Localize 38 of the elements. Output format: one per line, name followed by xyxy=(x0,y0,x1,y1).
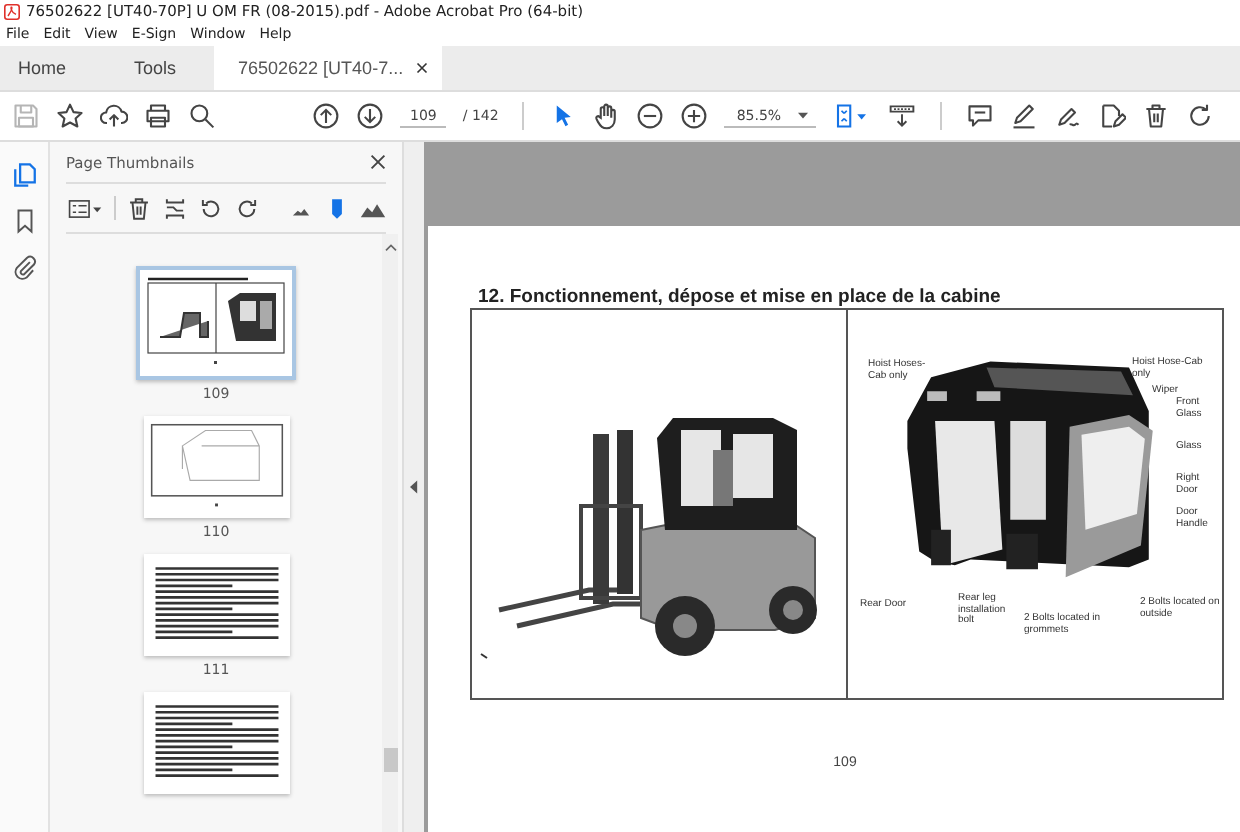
signature-icon[interactable] xyxy=(1053,102,1082,130)
close-icon[interactable] xyxy=(370,154,386,170)
extract-pages-icon[interactable] xyxy=(162,195,188,221)
search-icon[interactable] xyxy=(188,102,216,130)
scrolling-mode-icon[interactable] xyxy=(887,102,916,130)
rotate-clockwise-icon[interactable] xyxy=(234,195,260,221)
trash-icon[interactable] xyxy=(126,195,152,221)
stamp-edit-icon[interactable] xyxy=(1097,102,1126,130)
close-icon[interactable] xyxy=(415,62,428,74)
zoom-out-icon[interactable] xyxy=(636,102,665,130)
tab[interactable]: Tools xyxy=(116,46,195,90)
zoom-in-icon[interactable] xyxy=(680,102,709,130)
print-icon[interactable] xyxy=(144,102,172,130)
hand-icon[interactable] xyxy=(592,102,621,130)
tab[interactable]: 76502622 [UT40-7... xyxy=(214,46,442,90)
pages-icon[interactable] xyxy=(11,162,37,188)
options-menu-icon[interactable] xyxy=(66,195,104,221)
rotate-counterclockwise-icon[interactable] xyxy=(198,195,224,221)
next-page-icon[interactable] xyxy=(356,102,384,130)
scroll-up-icon[interactable] xyxy=(383,242,397,252)
fit-page-icon[interactable] xyxy=(831,102,872,130)
paperclip-icon[interactable] xyxy=(11,254,37,280)
comment-icon[interactable] xyxy=(965,102,994,130)
tab[interactable]: Home xyxy=(0,46,116,90)
collapse-panel-icon[interactable] xyxy=(410,480,418,494)
trash-icon[interactable] xyxy=(1141,102,1170,130)
cloud-upload-icon[interactable] xyxy=(100,102,128,130)
rotate-icon[interactable] xyxy=(1185,102,1214,130)
section-heading: 12. Fonctionnement, dépose et mise en place de la cabine xyxy=(478,286,1003,308)
page-thumbnail[interactable] xyxy=(136,266,296,380)
page-thumbnail[interactable] xyxy=(143,692,289,794)
previous-page-icon[interactable] xyxy=(312,102,340,130)
caret-icon xyxy=(797,111,808,119)
star-icon[interactable] xyxy=(56,102,84,130)
scrollbar-thumb[interactable] xyxy=(383,748,397,772)
pen-icon[interactable] xyxy=(1009,102,1038,130)
page-thumbnail[interactable] xyxy=(143,416,289,518)
page-thumbnail[interactable] xyxy=(143,554,289,656)
